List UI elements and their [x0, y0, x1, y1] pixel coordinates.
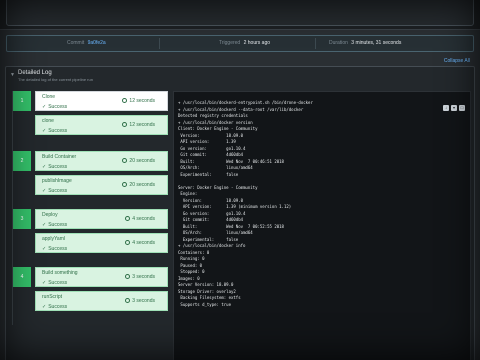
- stage-number-badge: 3: [13, 209, 31, 229]
- clock-icon: [125, 298, 131, 303]
- build-info-bar: Commit 9a0fe2a Triggered 2 hours ago Dur…: [6, 35, 474, 52]
- commit-link[interactable]: 9a0fe2a: [88, 40, 106, 46]
- stage-number-badge: 4: [13, 267, 31, 287]
- status-text: Success: [48, 128, 68, 134]
- check-icon: ✓: [42, 104, 47, 110]
- duration-text: 4 seconds: [132, 216, 155, 222]
- clock-icon: [125, 240, 131, 245]
- step-duration: 3 seconds: [125, 274, 155, 280]
- check-icon: ✓: [42, 280, 47, 286]
- log-lines: + /usr/local/bin/dockerd-entrypoint.sh /…: [178, 100, 448, 308]
- triggered-value: 2 hours ago: [243, 40, 271, 46]
- duration-text: 4 seconds: [132, 240, 155, 246]
- duration-info: Duration 3 minutes, 31 seconds: [329, 36, 401, 51]
- panel-header[interactable]: ▼ Detailed Log The detailed log of the c…: [6, 67, 474, 85]
- clock-icon: [122, 98, 128, 103]
- step-status: ✓ Success: [42, 280, 67, 286]
- stage-number-badge: 2: [13, 151, 31, 171]
- status-text: Success: [48, 246, 68, 252]
- clock-icon: [122, 182, 128, 187]
- duration-text: 20 seconds: [129, 182, 155, 188]
- duration-text: 20 seconds: [129, 158, 155, 164]
- clock-icon: [122, 122, 128, 127]
- step-card[interactable]: Build something 3 seconds ✓ Success: [35, 267, 168, 287]
- commit-info: Commit 9a0fe2a: [67, 36, 106, 51]
- commit-label: Commit: [67, 40, 85, 46]
- panel-title: Detailed Log: [18, 70, 52, 76]
- stage-group: 3 Deploy 4 seconds ✓ Success applyYaml 4 …: [12, 209, 168, 267]
- check-icon: ✓: [42, 304, 47, 310]
- log-output[interactable]: ↓ ▾ □ + /usr/local/bin/dockerd-entrypoint.…: [173, 91, 471, 360]
- status-text: Success: [48, 188, 68, 194]
- status-text: Success: [48, 304, 68, 310]
- follow-icon[interactable]: ▾: [451, 105, 457, 111]
- triggered-label: Triggered: [219, 40, 241, 46]
- step-duration: 20 seconds: [122, 158, 155, 164]
- check-icon: ✓: [42, 128, 47, 134]
- step-name: Deploy: [42, 212, 58, 218]
- step-card[interactable]: applyYaml 4 seconds ✓ Success: [35, 233, 168, 253]
- step-name: Clone: [42, 94, 56, 100]
- step-card[interactable]: publishImage 20 seconds ✓ Success: [35, 175, 168, 195]
- step-card[interactable]: Clone 12 seconds ✓ Success: [35, 91, 168, 111]
- screen: Commit 9a0fe2a Triggered 2 hours ago Dur…: [0, 0, 480, 360]
- step-duration: 12 seconds: [122, 122, 155, 128]
- step-status: ✓ Success: [42, 188, 67, 194]
- triggered-info: Triggered 2 hours ago: [219, 36, 270, 51]
- duration-value: 3 minutes, 31 seconds: [351, 40, 402, 46]
- stage-group: 1 Clone 12 seconds ✓ Success clone 12 sec…: [12, 91, 168, 151]
- step-name: Build something: [42, 270, 78, 276]
- collapse-all-link[interactable]: Collapse All: [444, 58, 470, 64]
- expand-icon[interactable]: □: [459, 105, 465, 111]
- step-name: applyYaml: [42, 236, 65, 242]
- step-status: ✓ Success: [42, 222, 67, 228]
- step-card[interactable]: Build Container 20 seconds ✓ Success: [35, 151, 168, 171]
- step-name: runScript: [42, 294, 63, 300]
- status-text: Success: [48, 280, 68, 286]
- step-card[interactable]: clone 12 seconds ✓ Success: [35, 115, 168, 135]
- status-text: Success: [48, 164, 68, 170]
- duration-text: 12 seconds: [129, 98, 155, 104]
- duration-text: 3 seconds: [132, 274, 155, 280]
- pipeline-steps: 1 Clone 12 seconds ✓ Success clone 12 sec…: [12, 91, 168, 360]
- step-duration: 20 seconds: [122, 182, 155, 188]
- step-duration: 4 seconds: [125, 216, 155, 222]
- check-icon: ✓: [42, 222, 47, 228]
- status-text: Success: [48, 104, 68, 110]
- stage-group: 4 Build something 3 seconds ✓ Success run…: [12, 267, 168, 325]
- step-duration: 3 seconds: [125, 298, 155, 304]
- stage-group: 2 Build Container 20 seconds ✓ Success pu…: [12, 151, 168, 209]
- step-duration: 12 seconds: [122, 98, 155, 104]
- log-line: Supports d_type: true: [178, 301, 231, 307]
- step-card[interactable]: Deploy 4 seconds ✓ Success: [35, 209, 168, 229]
- step-status: ✓ Success: [42, 246, 67, 252]
- duration-label: Duration: [329, 40, 348, 46]
- step-status: ✓ Success: [42, 104, 67, 110]
- step-name: Build Container: [42, 154, 77, 160]
- duration-text: 3 seconds: [132, 298, 155, 304]
- clock-icon: [125, 274, 131, 279]
- step-name: publishImage: [42, 178, 72, 184]
- step-status: ✓ Success: [42, 128, 67, 134]
- divider: [315, 38, 316, 49]
- check-icon: ✓: [42, 164, 47, 170]
- status-text: Success: [48, 222, 68, 228]
- chevron-down-icon[interactable]: ▼: [10, 72, 15, 78]
- check-icon: ✓: [42, 246, 47, 252]
- clock-icon: [122, 158, 128, 163]
- panel-subtitle: The detailed log of the current pipeline…: [18, 77, 93, 82]
- step-card[interactable]: runScript 3 seconds ✓ Success: [35, 291, 168, 311]
- step-status: ✓ Success: [42, 164, 67, 170]
- step-name: clone: [42, 118, 54, 124]
- check-icon: ✓: [42, 188, 47, 194]
- step-status: ✓ Success: [42, 304, 67, 310]
- top-card: [6, 0, 474, 26]
- top-bar: [0, 0, 480, 30]
- detailed-log-panel: ▼ Detailed Log The detailed log of the c…: [5, 66, 475, 360]
- stage-number-badge: 1: [13, 91, 31, 111]
- step-duration: 4 seconds: [125, 240, 155, 246]
- divider: [159, 38, 160, 49]
- clock-icon: [125, 216, 131, 221]
- duration-text: 12 seconds: [129, 122, 155, 128]
